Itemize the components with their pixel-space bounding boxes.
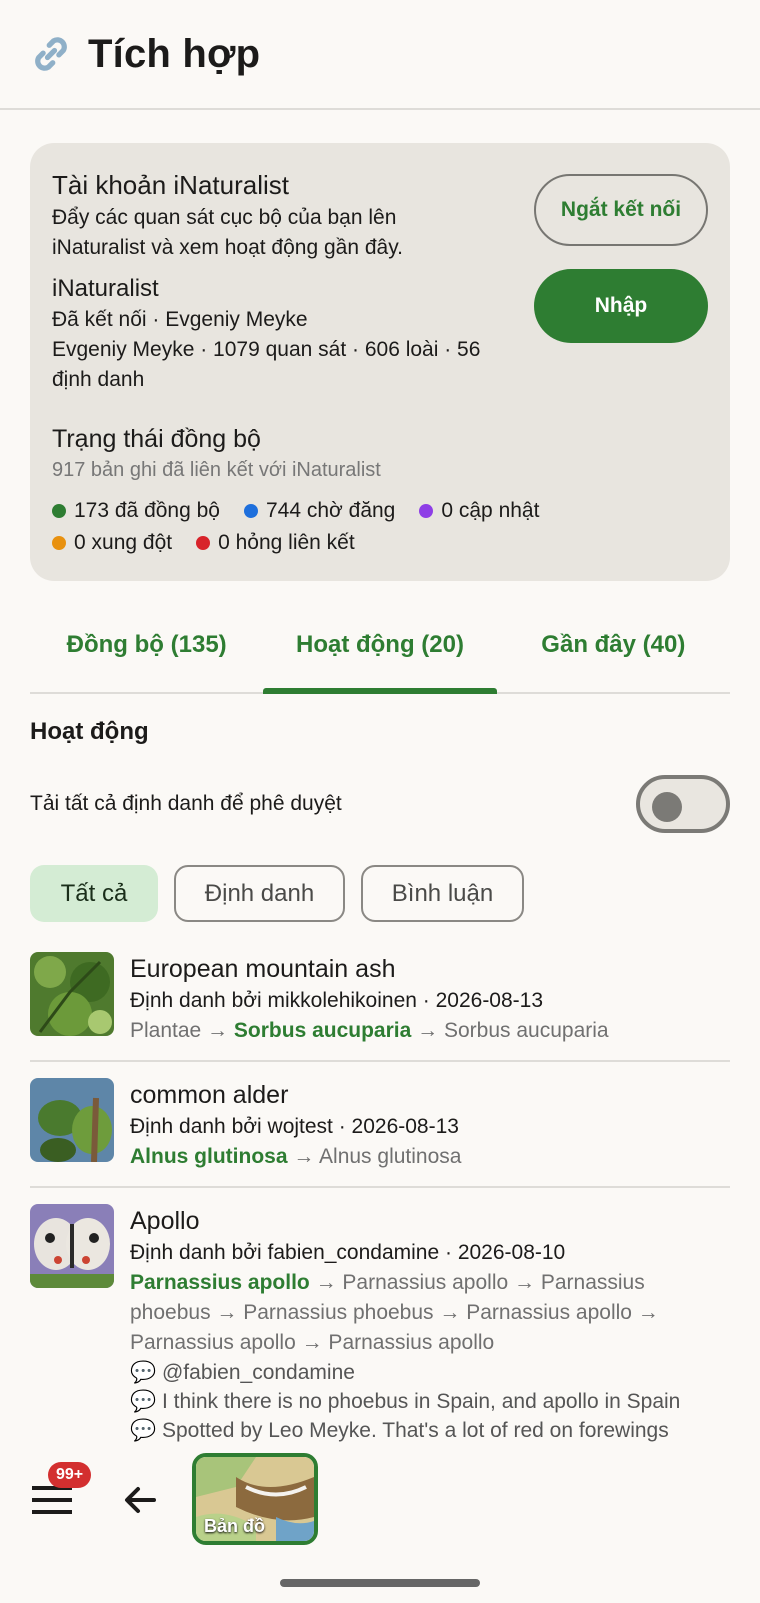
activity-feed: European mountain ash Định danh bởi mikk… [30,950,730,1473]
list-item[interactable]: European mountain ash Định danh bởi mikk… [30,950,730,1062]
arrow-back-icon[interactable] [120,1480,160,1520]
species-common-name: common alder [130,1081,289,1109]
comment-line: 💬 I think there is no phoebus in Spain, … [130,1390,681,1413]
species-common-name: European mountain ash [130,955,396,983]
legend-conflict: 0 xung đột [52,529,172,557]
orange-dot-icon [52,536,66,550]
observation-thumbnail [30,952,114,1036]
tab-activity[interactable]: Hoạt động (20) [263,598,497,694]
filter-chip-identifications[interactable]: Định danh [174,865,345,922]
taxon-chain: Alnus glutinosa → Alnus glutinosa [130,1145,462,1168]
link-icon [35,37,67,71]
sync-status-subtitle: 917 bản ghi đã liên kết với iNaturalist [52,459,381,481]
filter-chips: Tất cả Định danh Bình luận [30,865,540,922]
sync-legend: 173 đã đồng bộ 744 chờ đăng 0 cập nhật 0… [52,497,612,557]
current-taxon: Sorbus aucuparia [233,1019,412,1042]
notification-badge: 99+ [48,1462,92,1488]
observation-thumbnail [30,1204,114,1288]
filter-chip-all[interactable]: Tất cả [30,865,158,922]
list-item[interactable]: Apollo Định danh bởi fabien_condamine · … [30,1202,730,1459]
home-indicator[interactable] [280,1579,480,1587]
current-taxon: Alnus glutinosa [130,1145,288,1168]
tab-bar: Đồng bộ (135) Hoạt động (20) Gần đây (40… [30,598,730,694]
taxon-chain: Parnassius apollo → Parnassius apollo → … [130,1271,659,1354]
map-button-label: Bản đồ [204,1516,265,1536]
switch-knob [652,792,682,822]
load-identifications-label: Tải tất cả định danh để phê duyệt [30,792,342,815]
legend-updated: 0 cập nhật [419,497,539,525]
legend-synced: 173 đã đồng bộ [52,497,220,525]
comment-line: 💬 @fabien_condamine [130,1361,355,1384]
identification-meta: Định danh bởi mikkolehikoinen · 2026-08-… [130,989,544,1012]
current-taxon: Parnassius apollo [130,1271,310,1294]
disconnect-button[interactable]: Ngắt kết nối [534,174,708,246]
species-common-name: Apollo [130,1207,200,1235]
import-button[interactable]: Nhập [534,269,708,343]
legend-pending: 744 chờ đăng [243,497,395,525]
inaturalist-account-card: Tài khoản iNaturalist Đẩy các quan sát c… [30,143,730,581]
green-dot-icon [52,504,66,518]
tab-recent[interactable]: Gần đây (40) [497,598,730,692]
taxon-chain: Plantae → Sorbus aucuparia → Sorbus aucu… [130,1019,609,1042]
bottom-bar: 99+ Bản đồ [0,1440,760,1560]
map-button[interactable]: Bản đồ [192,1453,318,1545]
legend-broken: 0 hỏng liên kết [196,529,355,557]
filter-chip-comments[interactable]: Bình luận [361,865,524,922]
identification-meta: Định danh bởi wojtest · 2026-08-13 [130,1115,459,1138]
list-item[interactable]: common alder Định danh bởi wojtest · 202… [30,1076,730,1188]
page-title: Tích hợp [88,31,261,76]
blue-dot-icon [243,504,258,518]
connection-status: Đã kết nối · Evgeniy Meyke [52,308,308,331]
load-identifications-switch[interactable] [636,775,730,833]
sync-status-title: Trạng thái đồng bộ [52,425,261,453]
app-header: Tích hợp [0,0,760,110]
activity-section-title: Hoạt động [30,718,149,745]
observation-thumbnail [30,1078,114,1162]
account-stats: Evgeniy Meyke · 1079 quan sát · 606 loài… [52,338,481,391]
tab-sync[interactable]: Đồng bộ (135) [30,598,263,692]
red-dot-icon [196,536,211,550]
purple-dot-icon [419,504,434,518]
identification-meta: Định danh bởi fabien_condamine · 2026-08… [130,1241,566,1264]
load-identifications-row: Tải tất cả định danh để phê duyệt [30,772,730,836]
account-description: Đẩy các quan sát cục bộ của bạn lên iNat… [52,206,403,259]
